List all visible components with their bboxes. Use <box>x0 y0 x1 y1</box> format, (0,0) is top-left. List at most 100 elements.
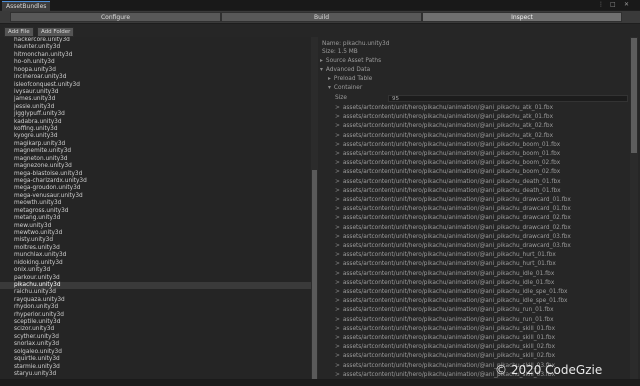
bundle-list-item[interactable]: mega-blastoise.unity3d <box>0 171 318 178</box>
foldout-arrow-icon[interactable]: > <box>335 234 340 240</box>
bundle-list-item[interactable]: kyogre.unity3d <box>0 133 318 140</box>
foldout-arrow-icon[interactable]: > <box>335 114 340 120</box>
foldout-arrow-icon[interactable]: > <box>335 160 340 166</box>
foldout-arrow-icon[interactable]: > <box>335 151 340 157</box>
container-item[interactable]: > assets/artcontent/unit/hero/pikachu/ani… <box>335 298 567 304</box>
foldout-arrow-icon[interactable]: > <box>335 105 340 111</box>
bundle-list-item[interactable]: hackercore.unity3d <box>0 37 318 44</box>
foldout-arrow-icon[interactable]: > <box>335 197 340 203</box>
foldout-arrow-icon[interactable]: > <box>335 363 340 369</box>
bundle-list-item[interactable]: ho-oh.unity3d <box>0 59 318 66</box>
bundle-list-item[interactable]: haunter.unity3d <box>0 44 318 51</box>
bundle-list-item[interactable]: snorlax.unity3d <box>0 341 318 348</box>
bundle-list-item[interactable]: rayquaza.unity3d <box>0 297 318 304</box>
bundle-list-item[interactable]: misty.unity3d <box>0 237 318 244</box>
advanced-data-foldout[interactable]: ▾ Advanced Data <box>320 67 370 73</box>
container-item[interactable]: > assets/artcontent/unit/hero/pikachu/ani… <box>335 197 571 203</box>
container-item[interactable]: > assets/artcontent/unit/hero/pikachu/ani… <box>335 317 554 323</box>
bundle-list-item[interactable]: incineroar.unity3d <box>0 74 318 81</box>
foldout-arrow-icon[interactable]: > <box>335 307 340 313</box>
inspector-scroll-thumb[interactable] <box>631 38 637 153</box>
container-item[interactable]: > assets/artcontent/unit/hero/pikachu/ani… <box>335 234 571 240</box>
foldout-arrow-icon[interactable]: > <box>335 289 340 295</box>
container-item[interactable]: > assets/artcontent/unit/hero/pikachu/ani… <box>335 225 571 231</box>
tab-build[interactable]: Build <box>221 12 422 22</box>
foldout-arrow-icon[interactable]: > <box>335 188 340 194</box>
bundle-list-item[interactable]: sceptile.unity3d <box>0 319 318 326</box>
bundle-list-item[interactable]: kadabra.unity3d <box>0 119 318 126</box>
bundle-list-item[interactable]: isleofconquest.unity3d <box>0 82 318 89</box>
container-item[interactable]: > assets/artcontent/unit/hero/pikachu/ani… <box>335 326 555 332</box>
bundle-list-item[interactable]: ivysaur.unity3d <box>0 89 318 96</box>
bundle-list-item[interactable]: magnezone.unity3d <box>0 163 318 170</box>
foldout-arrow-icon[interactable]: > <box>335 206 340 212</box>
bundle-list-item[interactable]: mew.unity3d <box>0 223 318 230</box>
bundle-list-item[interactable]: scyther.unity3d <box>0 334 318 341</box>
foldout-arrow-icon[interactable]: > <box>335 215 340 221</box>
container-item[interactable]: > assets/artcontent/unit/hero/pikachu/ani… <box>335 353 555 359</box>
container-item[interactable]: > assets/artcontent/unit/hero/pikachu/ani… <box>335 123 553 129</box>
container-item[interactable]: > assets/artcontent/unit/hero/pikachu/ani… <box>335 271 554 277</box>
foldout-arrow-icon[interactable]: ▸ <box>320 58 323 64</box>
foldout-arrow-icon[interactable]: > <box>335 326 340 332</box>
container-item[interactable]: > assets/artcontent/unit/hero/pikachu/ani… <box>335 114 553 120</box>
foldout-arrow-icon[interactable]: > <box>335 179 340 185</box>
container-foldout[interactable]: ▾ Container <box>328 85 362 91</box>
bundle-list-item[interactable]: meowth.unity3d <box>0 200 318 207</box>
foldout-arrow-icon[interactable]: > <box>335 372 340 378</box>
container-item[interactable]: > assets/artcontent/unit/hero/pikachu/ani… <box>335 133 553 139</box>
container-size-field[interactable]: 95 <box>388 95 628 102</box>
bundle-list-item[interactable]: parkour.unity3d <box>0 275 318 282</box>
bundle-list-item[interactable]: jigglypuff.unity3d <box>0 111 318 118</box>
close-icon[interactable]: ✕ <box>624 1 629 9</box>
container-item[interactable]: > assets/artcontent/unit/hero/pikachu/ani… <box>335 289 567 295</box>
bundle-list-item[interactable]: munchlax.unity3d <box>0 252 318 259</box>
add-folder-button[interactable]: Add Folder <box>37 27 75 37</box>
container-item[interactable]: > assets/artcontent/unit/hero/pikachu/ani… <box>335 335 555 341</box>
bundle-list-item[interactable]: james.unity3d <box>0 96 318 103</box>
container-item[interactable]: > assets/artcontent/unit/hero/pikachu/ani… <box>335 344 555 350</box>
container-item[interactable]: > assets/artcontent/unit/hero/pikachu/ani… <box>335 151 560 157</box>
bundle-list-item[interactable]: mewtwo.unity3d <box>0 230 318 237</box>
bundle-list-item[interactable]: moltres.unity3d <box>0 245 318 252</box>
tab-inspect[interactable]: Inspect <box>422 12 622 22</box>
bundle-list-item[interactable]: hitmonchan.unity3d <box>0 52 318 59</box>
bundle-list-scroll-thumb[interactable] <box>312 170 317 379</box>
container-item[interactable]: > assets/artcontent/unit/hero/pikachu/ani… <box>335 261 556 267</box>
bundle-list-item[interactable]: magnemite.unity3d <box>0 148 318 155</box>
foldout-arrow-icon[interactable]: ▾ <box>320 67 323 73</box>
preload-table-foldout[interactable]: ▸ Preload Table <box>328 76 372 82</box>
bundle-list-item[interactable]: mega-groudon.unity3d <box>0 185 318 192</box>
container-item[interactable]: > assets/artcontent/unit/hero/pikachu/ani… <box>335 160 560 166</box>
foldout-arrow-icon[interactable]: > <box>335 225 340 231</box>
foldout-arrow-icon[interactable]: > <box>335 317 340 323</box>
foldout-arrow-icon[interactable]: > <box>335 344 340 350</box>
bundle-list-item[interactable]: scizor.unity3d <box>0 326 318 333</box>
container-item[interactable]: > assets/artcontent/unit/hero/pikachu/ani… <box>335 280 554 286</box>
bundle-list-item[interactable]: rhyperior.unity3d <box>0 312 318 319</box>
container-item[interactable]: > assets/artcontent/unit/hero/pikachu/ani… <box>335 188 561 194</box>
foldout-arrow-icon[interactable]: > <box>335 252 340 258</box>
bundle-list-item[interactable]: hoopa.unity3d <box>0 67 318 74</box>
container-item[interactable]: > assets/artcontent/unit/hero/pikachu/ani… <box>335 243 571 249</box>
bundle-list-item[interactable]: onix.unity3d <box>0 267 318 274</box>
bundle-list-item[interactable]: metang.unity3d <box>0 215 318 222</box>
foldout-arrow-icon[interactable]: > <box>335 335 340 341</box>
foldout-arrow-icon[interactable]: ▾ <box>328 85 331 91</box>
foldout-arrow-icon[interactable]: > <box>335 169 340 175</box>
foldout-arrow-icon[interactable]: > <box>335 298 340 304</box>
bundle-list-item[interactable]: nidoking.unity3d <box>0 260 318 267</box>
container-item[interactable]: > assets/artcontent/unit/hero/pikachu/ani… <box>335 142 560 148</box>
kebab-menu-icon[interactable]: ⋮ <box>598 1 604 9</box>
bundle-list-item[interactable]: magneton.unity3d <box>0 156 318 163</box>
container-item[interactable]: > assets/artcontent/unit/hero/pikachu/ani… <box>335 169 560 175</box>
bundle-list-item[interactable]: mega-charizardx.unity3d <box>0 178 318 185</box>
container-item[interactable]: > assets/artcontent/unit/hero/pikachu/ani… <box>335 206 571 212</box>
bundle-list-item[interactable]: koffing.unity3d <box>0 126 318 133</box>
foldout-arrow-icon[interactable]: > <box>335 353 340 359</box>
bundle-list-item[interactable]: mega-venusaur.unity3d <box>0 193 318 200</box>
bundle-list-item[interactable]: starmie.unity3d <box>0 364 318 371</box>
foldout-arrow-icon[interactable]: > <box>335 280 340 286</box>
bundle-list-item[interactable]: magikarp.unity3d <box>0 141 318 148</box>
add-file-button[interactable]: Add File <box>4 27 34 37</box>
